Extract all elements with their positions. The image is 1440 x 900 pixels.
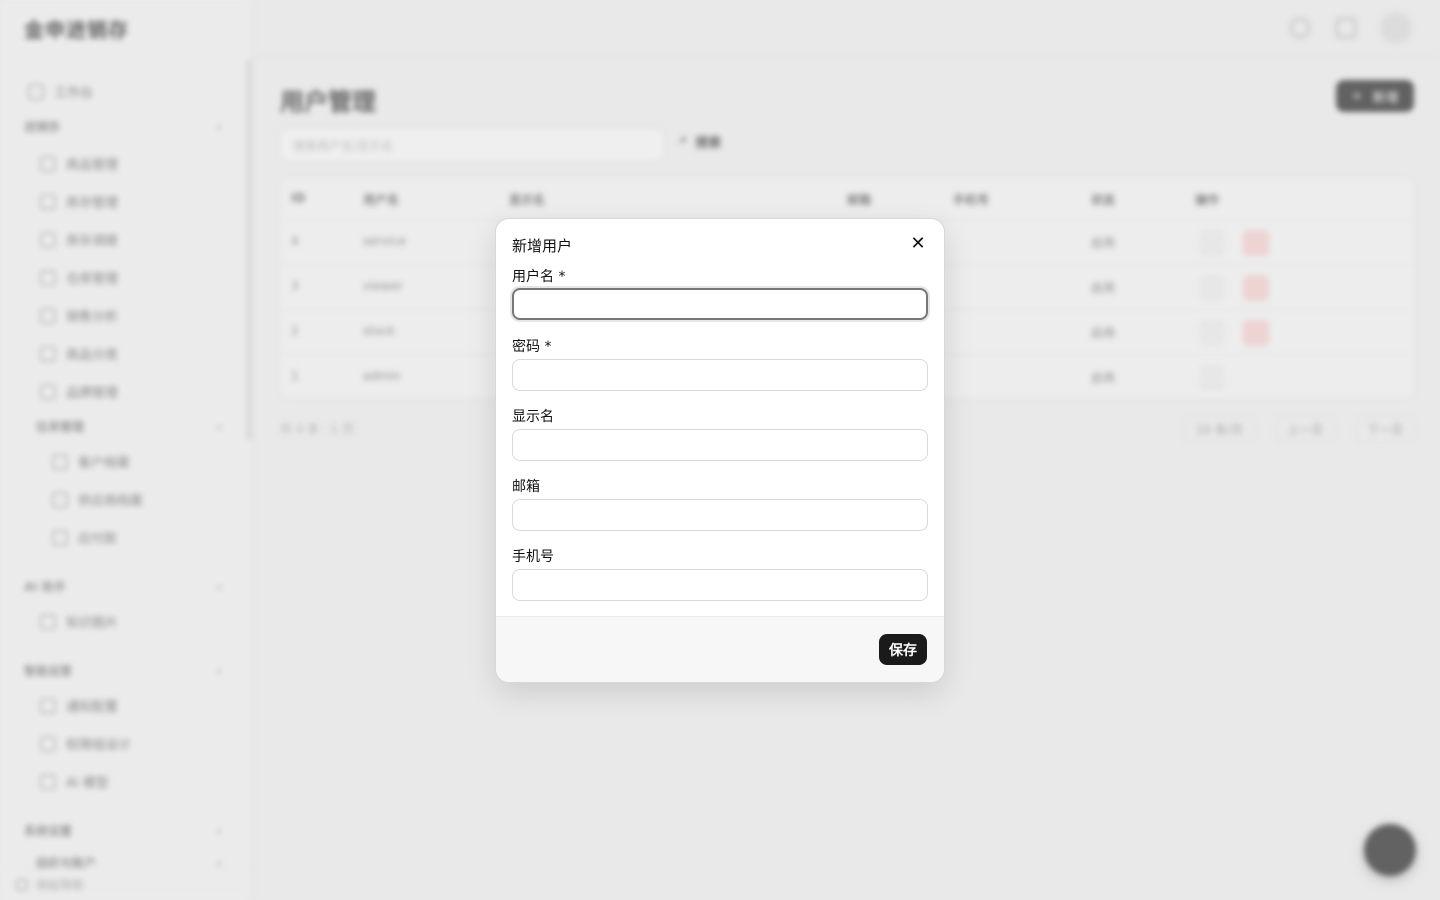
display-name-label: 显示名: [512, 409, 554, 425]
password-label: 密码 *: [512, 339, 552, 355]
username-label: 用户名 *: [512, 269, 566, 285]
dialog-footer: 保存: [496, 616, 944, 682]
close-icon[interactable]: ✕: [906, 231, 930, 255]
dialog-title: 新增用户: [512, 237, 573, 255]
email-field[interactable]: [512, 499, 928, 531]
add-user-dialog: 新增用户 ✕ 用户名 * 密码 * 显示名 邮箱 手机号 保存: [495, 218, 945, 683]
phone-field[interactable]: [512, 569, 928, 601]
display-name-field[interactable]: [512, 429, 928, 461]
password-field[interactable]: [512, 359, 928, 391]
phone-label: 手机号: [512, 549, 554, 565]
email-label: 邮箱: [512, 479, 540, 495]
save-button[interactable]: 保存: [879, 634, 927, 665]
username-field[interactable]: [512, 288, 928, 320]
